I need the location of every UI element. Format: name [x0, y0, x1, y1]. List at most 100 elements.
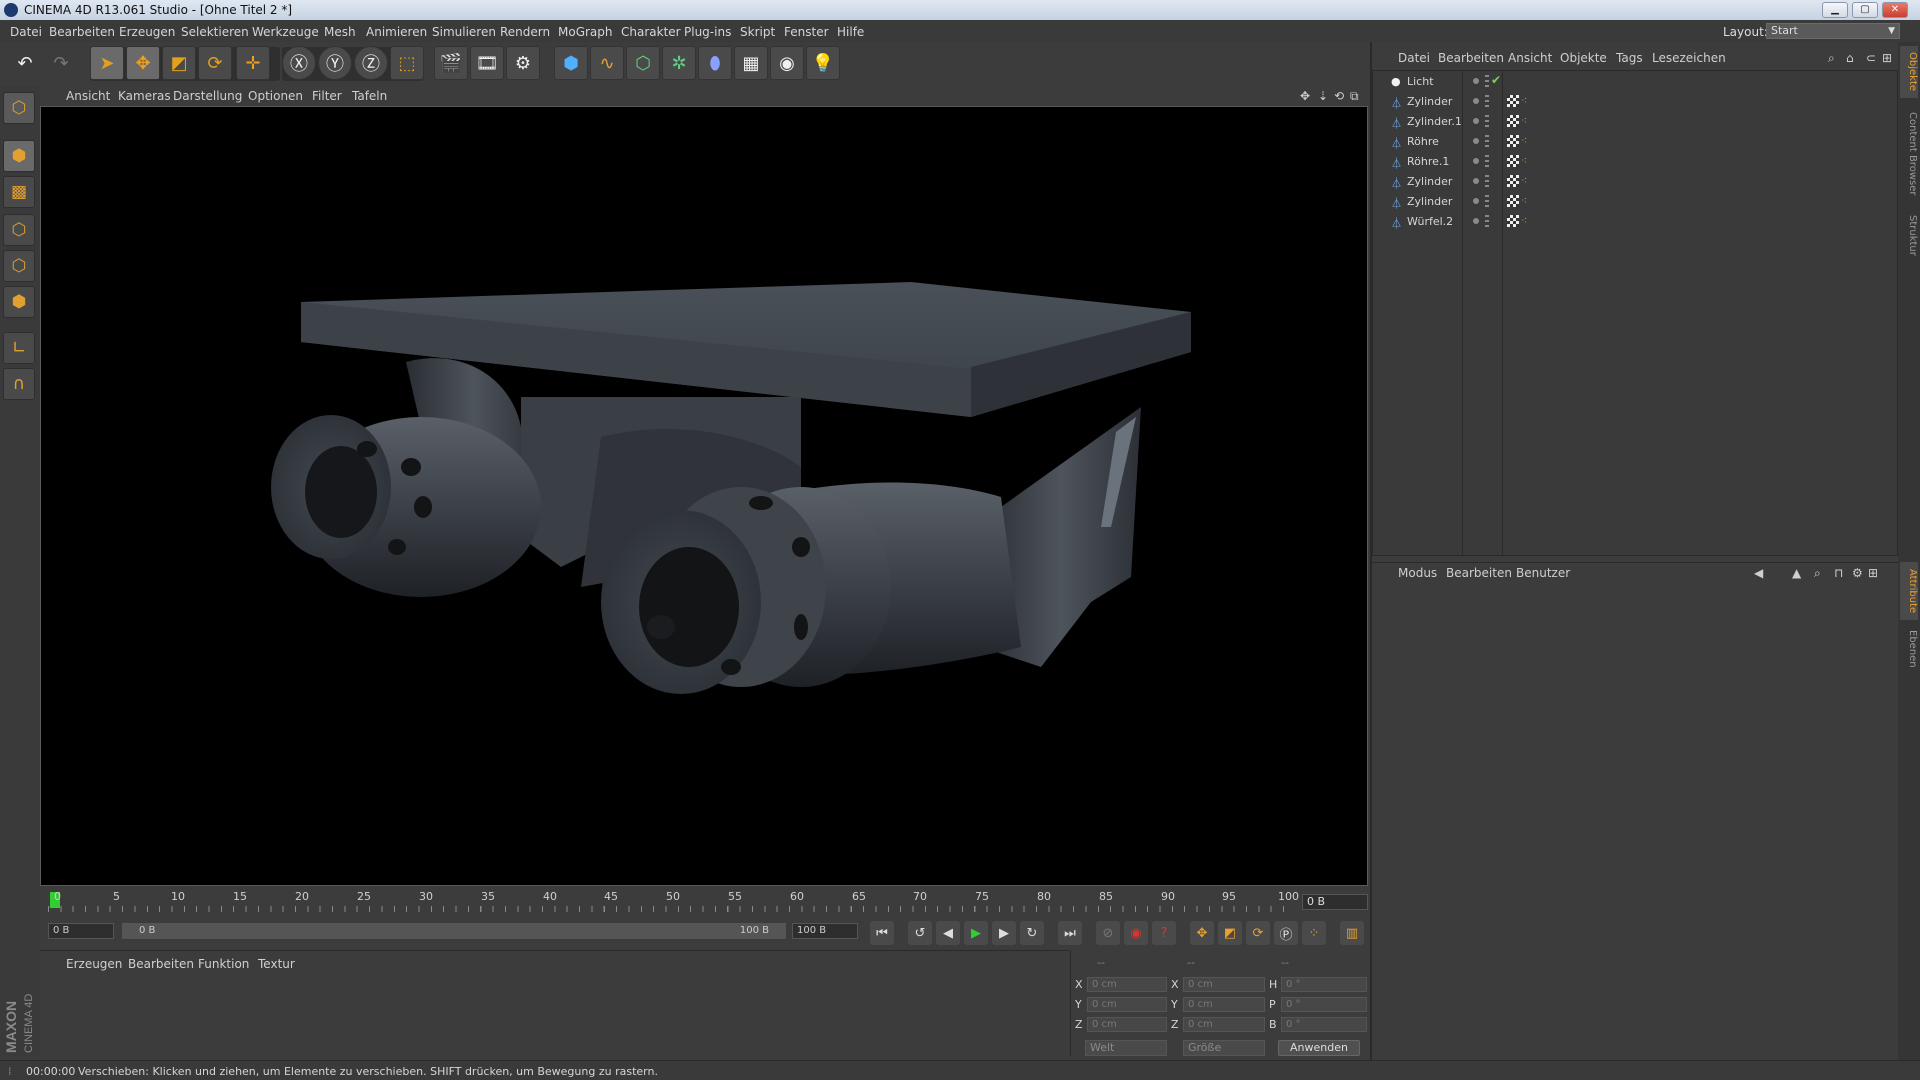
rotate-view-icon[interactable]: ⟲: [1334, 89, 1344, 103]
undo-icon[interactable]: ↶: [8, 46, 42, 80]
menu-rendern[interactable]: Rendern: [500, 25, 550, 39]
up-arrow-icon[interactable]: ▲: [1792, 566, 1801, 580]
key-pla-icon[interactable]: ⁘: [1302, 921, 1326, 945]
phong-tag-icon[interactable]: ⁖: [1521, 174, 1527, 187]
move-tool-icon[interactable]: ✥: [126, 46, 160, 80]
pos-z-field[interactable]: 0 cm: [1087, 1017, 1167, 1032]
visibility-dot-icon[interactable]: [1473, 138, 1479, 144]
menu-hilfe[interactable]: Hilfe: [837, 25, 864, 39]
tab-content-browser[interactable]: Content Browser: [1900, 104, 1918, 204]
objects-menu-tags[interactable]: Tags: [1616, 51, 1643, 65]
tab-struktur[interactable]: Struktur: [1900, 210, 1918, 260]
make-editable-icon[interactable]: ⬡: [3, 92, 35, 124]
polygons-mode-icon[interactable]: ⬢: [3, 286, 35, 318]
menu-mesh[interactable]: Mesh: [324, 25, 356, 39]
menu-werkzeuge[interactable]: Werkzeuge: [252, 25, 319, 39]
tab-attribute[interactable]: Attribute: [1900, 562, 1918, 620]
lock-icon[interactable]: ⊓: [1834, 566, 1843, 580]
x-axis-lock-icon[interactable]: Ⓧ: [282, 46, 316, 80]
tab-objekte[interactable]: Objekte: [1900, 46, 1918, 98]
object-row[interactable]: ⏃ Zylinder.1 ⁖: [1373, 111, 1897, 131]
camera-icon[interactable]: ◉: [770, 46, 804, 80]
select-cursor-icon[interactable]: ➤: [90, 46, 124, 80]
enabled-check-icon[interactable]: ✔: [1491, 73, 1501, 87]
settings-icon[interactable]: ⚙: [1852, 566, 1863, 580]
object-row[interactable]: ⏃ Röhre ⁖: [1373, 131, 1897, 151]
go-to-end-icon[interactable]: ⏭: [1058, 921, 1082, 945]
pos-y-field[interactable]: 0 cm: [1087, 997, 1167, 1012]
tab-ebenen[interactable]: Ebenen: [1900, 626, 1918, 672]
rot-h-field[interactable]: 0 °: [1281, 977, 1367, 992]
attributes-menu-bearbeiten[interactable]: Bearbeiten: [1446, 566, 1512, 580]
apply-button[interactable]: Anwenden: [1278, 1040, 1360, 1056]
rot-p-field[interactable]: 0 °: [1281, 997, 1367, 1012]
timeline-layout-icon[interactable]: ▥: [1340, 921, 1364, 945]
deformer-icon[interactable]: ⬮: [698, 46, 732, 80]
render-dot-icon[interactable]: [1485, 135, 1489, 147]
objects-menu-lesezeichen[interactable]: Lesezeichen: [1652, 51, 1726, 65]
material-menu-textur[interactable]: Textur: [258, 957, 295, 971]
visibility-dot-icon[interactable]: [1473, 158, 1479, 164]
viewport-menu-kameras[interactable]: Kameras: [118, 89, 171, 103]
coord-system-dropdown[interactable]: Welt: [1085, 1040, 1167, 1056]
nurbs-icon[interactable]: ⬡: [626, 46, 660, 80]
texture-tag-icon[interactable]: [1507, 95, 1519, 107]
rot-b-field[interactable]: 0 °: [1281, 1017, 1367, 1032]
3d-viewport[interactable]: [40, 106, 1368, 886]
maximize-view-icon[interactable]: ⧉: [1350, 89, 1359, 104]
end-frame-field[interactable]: 100 B: [792, 923, 858, 939]
render-view-icon[interactable]: 🎬: [434, 46, 468, 80]
phong-tag-icon[interactable]: ⁖: [1521, 194, 1527, 207]
object-row[interactable]: ⏃ Zylinder ⁖: [1373, 171, 1897, 191]
phong-tag-icon[interactable]: ⁖: [1521, 114, 1527, 127]
render-dot-icon[interactable]: [1485, 95, 1489, 107]
size-mode-dropdown[interactable]: Größe: [1183, 1040, 1265, 1056]
object-row[interactable]: ⏃ Röhre.1 ⁖: [1373, 151, 1897, 171]
attributes-menu-modus[interactable]: Modus: [1398, 566, 1437, 580]
objects-menu-ansicht[interactable]: Ansicht: [1508, 51, 1552, 65]
render-dot-icon[interactable]: [1485, 75, 1489, 87]
edges-mode-icon[interactable]: ⬡: [3, 250, 35, 282]
menu-selektieren[interactable]: Selektieren: [181, 25, 249, 39]
home-icon[interactable]: ⌂: [1846, 51, 1854, 65]
material-menu-erzeugen[interactable]: Erzeugen: [66, 957, 122, 971]
menu-charakter[interactable]: Charakter: [621, 25, 681, 39]
preview-range-slider[interactable]: 0 B 100 B: [122, 923, 786, 939]
current-frame-field[interactable]: 0 B: [1302, 894, 1368, 910]
rotate-tool-icon[interactable]: ⟳: [198, 46, 232, 80]
redo-icon[interactable]: ↷: [44, 46, 78, 80]
start-frame-field[interactable]: 0 B: [48, 923, 114, 939]
menu-animieren[interactable]: Animieren: [366, 25, 427, 39]
search-icon[interactable]: ⌕: [1814, 566, 1821, 581]
play-icon[interactable]: ▶: [964, 921, 988, 945]
render-settings-icon[interactable]: ⚙: [506, 46, 540, 80]
next-frame-icon[interactable]: ▶: [992, 921, 1016, 945]
objects-menu-objekte[interactable]: Objekte: [1560, 51, 1607, 65]
viewport-menu-tafeln[interactable]: Tafeln: [352, 89, 387, 103]
menu-datei[interactable]: Datei: [10, 25, 42, 39]
menu-mograph[interactable]: MoGraph: [558, 25, 613, 39]
link-icon[interactable]: ⊂: [1866, 51, 1876, 65]
visibility-dot-icon[interactable]: [1473, 78, 1479, 84]
visibility-dot-icon[interactable]: [1473, 178, 1479, 184]
add-tool-icon[interactable]: ✛: [236, 46, 270, 80]
move-view-icon[interactable]: ✥: [1300, 89, 1310, 103]
previous-frame-icon[interactable]: ◀: [936, 921, 960, 945]
menu-simulieren[interactable]: Simulieren: [432, 25, 496, 39]
minimize-button[interactable]: ▁: [1822, 2, 1848, 18]
layout-dropdown[interactable]: Start ▼: [1766, 23, 1900, 39]
model-mode-icon[interactable]: ⬢: [3, 140, 35, 172]
phong-tag-icon[interactable]: ⁖: [1521, 214, 1527, 227]
keyframe-selection-icon[interactable]: ?: [1152, 921, 1176, 945]
visibility-dot-icon[interactable]: [1473, 218, 1479, 224]
render-dot-icon[interactable]: [1485, 195, 1489, 207]
render-picture-viewer-icon[interactable]: 🎞: [470, 46, 504, 80]
visibility-dot-icon[interactable]: [1473, 98, 1479, 104]
viewport-menu-optionen[interactable]: Optionen: [248, 89, 303, 103]
texture-tag-icon[interactable]: [1507, 195, 1519, 207]
spline-icon[interactable]: ∿: [590, 46, 624, 80]
texture-tag-icon[interactable]: [1507, 215, 1519, 227]
scale-tool-icon[interactable]: ◩: [162, 46, 196, 80]
objects-menu-datei[interactable]: Datei: [1398, 51, 1430, 65]
object-row[interactable]: ● Licht ✔: [1373, 71, 1897, 91]
